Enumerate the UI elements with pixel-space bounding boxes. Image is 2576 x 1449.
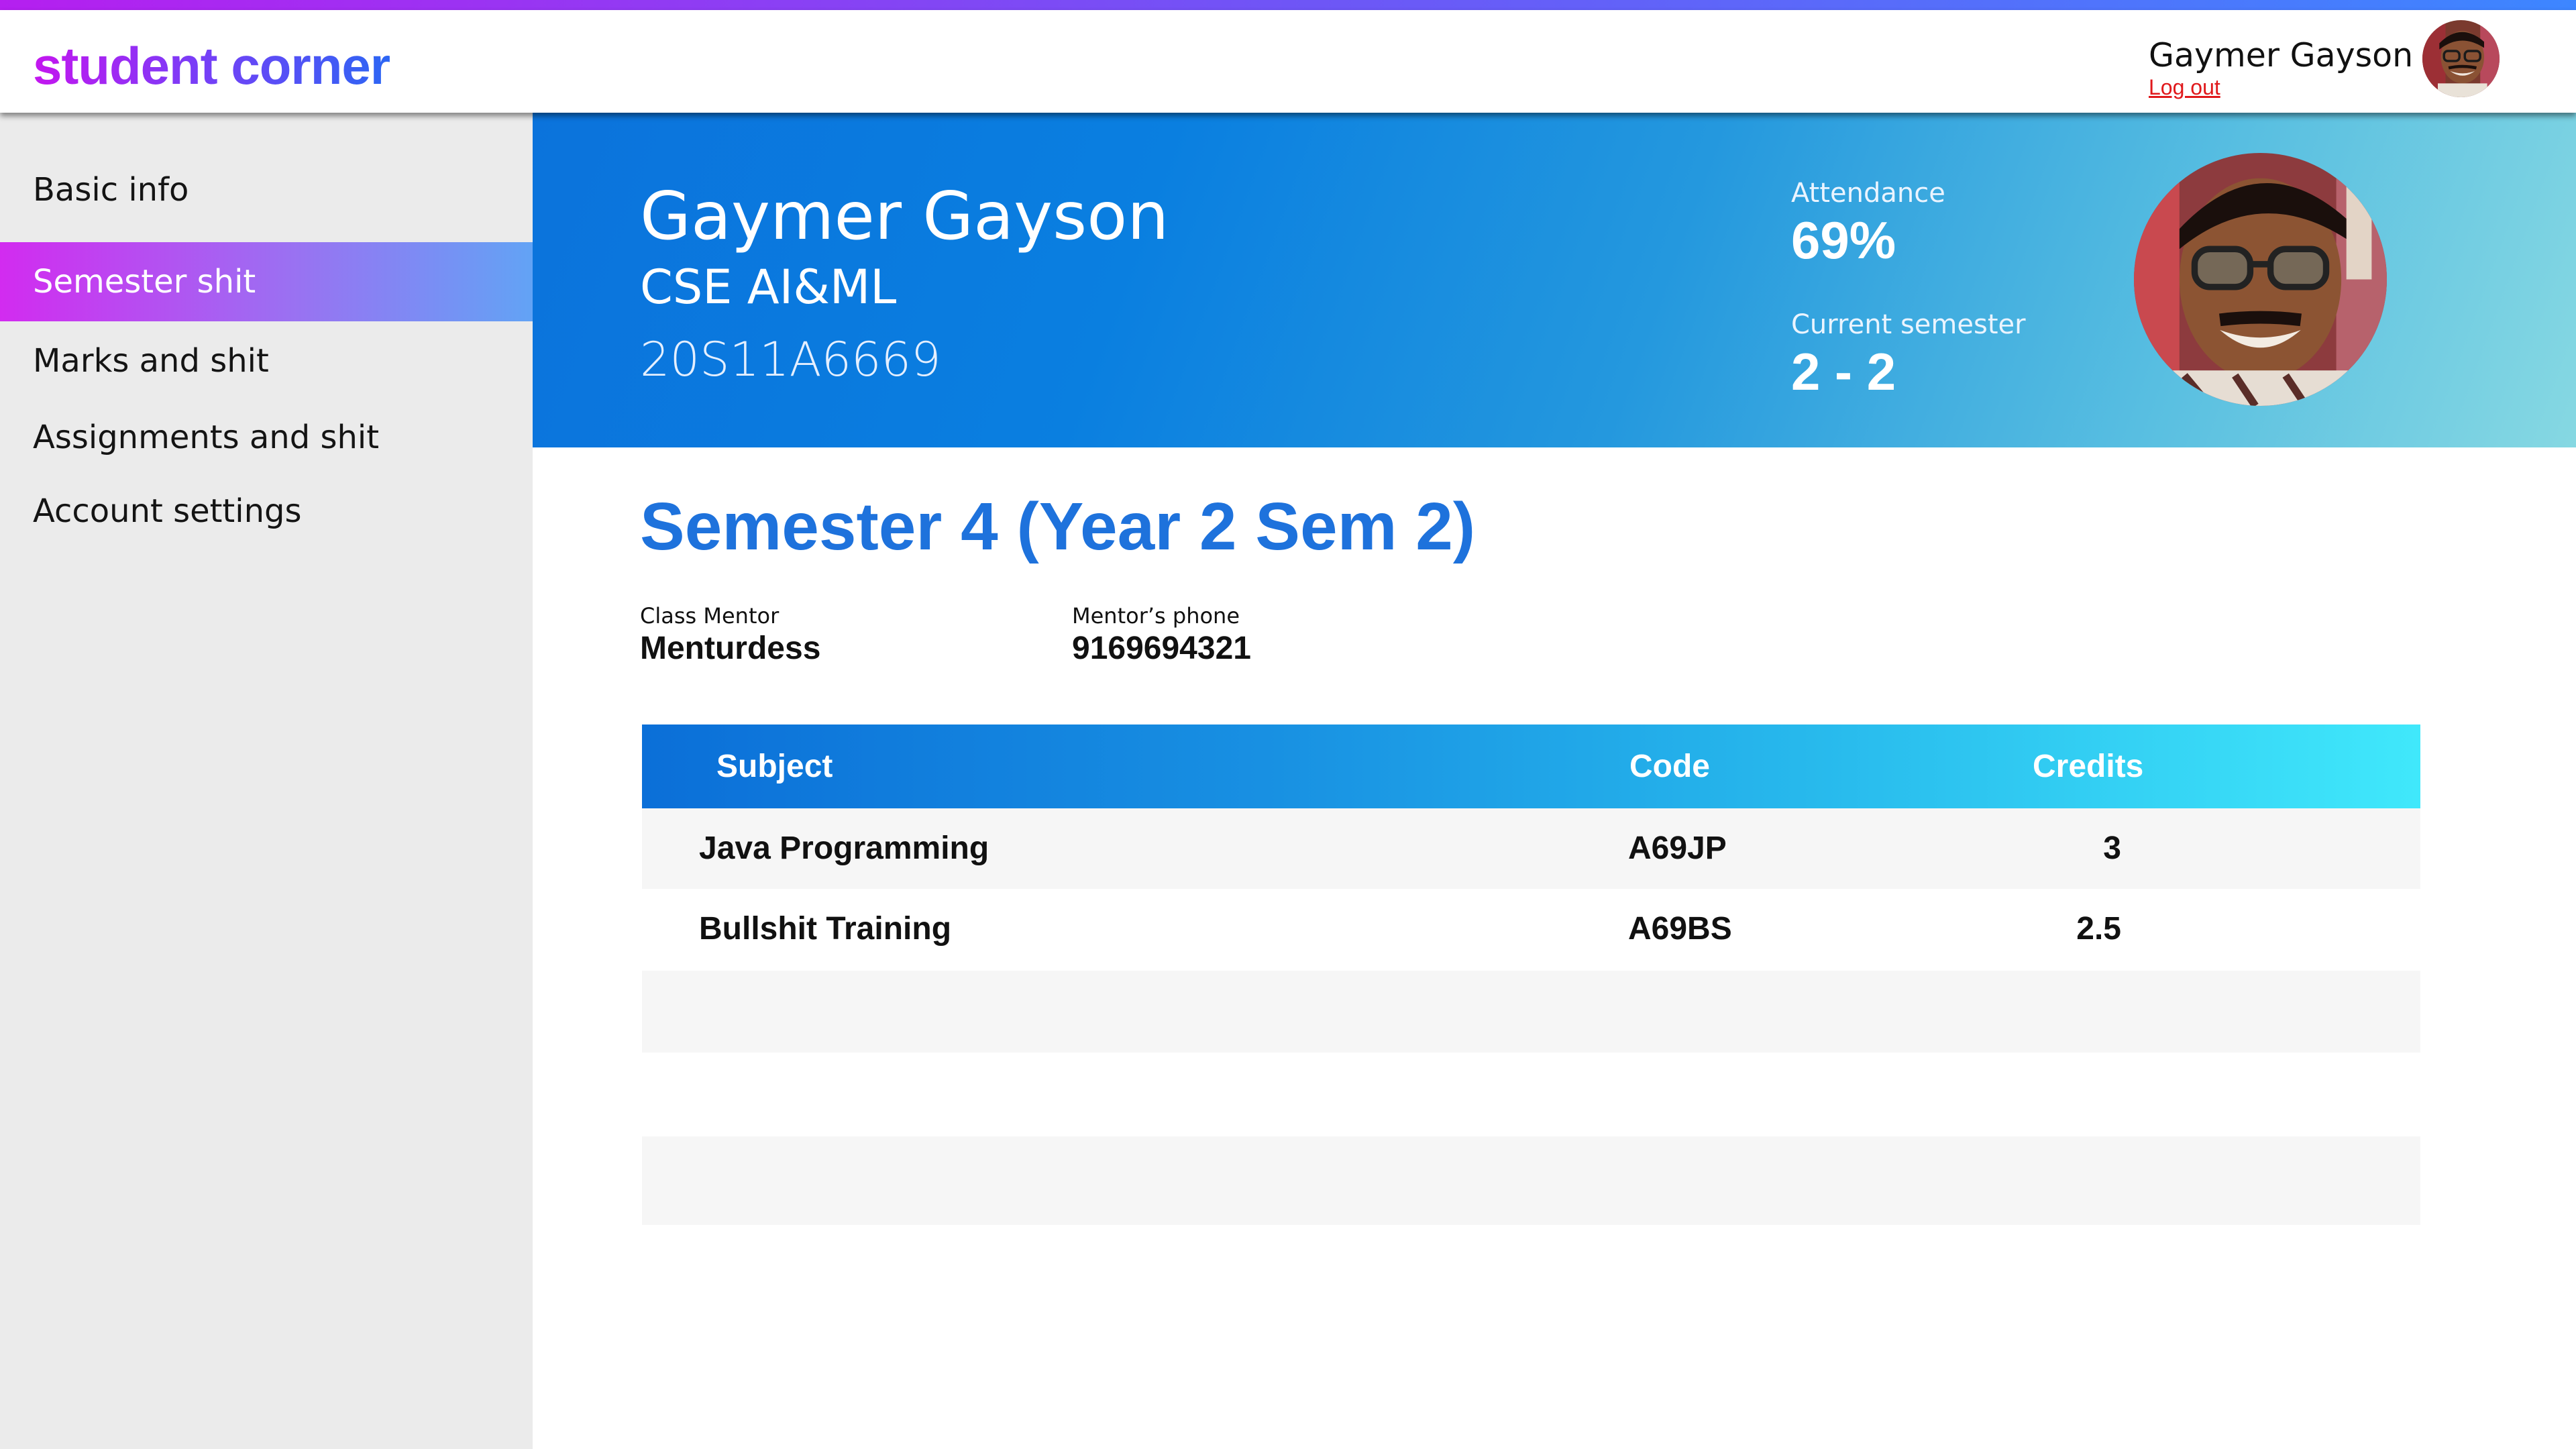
sidebar-item-label: Basic info [33,171,189,209]
student-name: Gaymer Gayson [640,178,1169,255]
sidebar-item-basic-info[interactable]: Basic info [0,150,533,229]
column-header-code: Code [1629,749,1710,784]
sidebar-item-label: Semester shit [33,263,256,301]
brand-logo[interactable]: student corner [33,29,390,103]
class-mentor-label: Class Mentor [640,603,780,629]
code-cell: A69BS [1628,911,1732,947]
profile-photo [2134,153,2387,406]
profile-banner: Gaymer Gayson CSE AI&ML 20S11A6669 Atten… [533,113,2576,447]
semester-title: Semester 4 (Year 2 Sem 2) [640,489,1476,564]
app-header: student corner Gaymer Gayson Log out [0,10,2576,113]
avatar-photo-icon [2422,20,2500,97]
sidebar-item-label: Account settings [33,492,302,530]
table-header: Subject Code Credits [642,724,2420,808]
current-semester-value: 2 - 2 [1791,342,1896,401]
user-avatar[interactable] [2422,20,2500,97]
student-roll-number: 20S11A6669 [640,332,941,387]
subject-cell: Java Programming [699,830,989,866]
credits-cell: 2.5 [2076,911,2121,947]
mentor-phone-label: Mentor’s phone [1072,603,1240,629]
top-accent-bar [0,0,2576,10]
sidebar-item-assignments[interactable]: Assignments and shit [0,398,533,477]
column-header-credits: Credits [2033,749,2144,784]
attendance-value: 69% [1791,211,1896,270]
credits-cell: 3 [2103,830,2121,866]
table-row-empty [642,1136,2420,1225]
table-row-empty [642,971,2420,1053]
table-row[interactable]: Java Programming A69JP 3 [642,808,2420,889]
table-row-empty [642,1053,2420,1134]
student-department: CSE AI&ML [640,260,897,315]
sidebar: Basic info Semester shit Marks and shit … [0,113,533,1449]
code-cell: A69JP [1628,830,1727,866]
sidebar-item-account-settings[interactable]: Account settings [0,472,533,551]
subject-cell: Bullshit Training [699,911,952,947]
sidebar-item-marks[interactable]: Marks and shit [0,321,533,400]
mentor-phone-value: 9169694321 [1072,631,1251,666]
sidebar-item-label: Marks and shit [33,342,269,380]
sidebar-item-semester[interactable]: Semester shit [0,242,533,321]
column-header-subject: Subject [716,749,833,784]
sidebar-item-label: Assignments and shit [33,419,380,456]
table-row[interactable]: Bullshit Training A69BS 2.5 [642,889,2420,969]
class-mentor-value: Menturdess [640,631,821,666]
profile-photo-icon [2134,153,2387,406]
logout-link[interactable]: Log out [2149,64,2220,111]
